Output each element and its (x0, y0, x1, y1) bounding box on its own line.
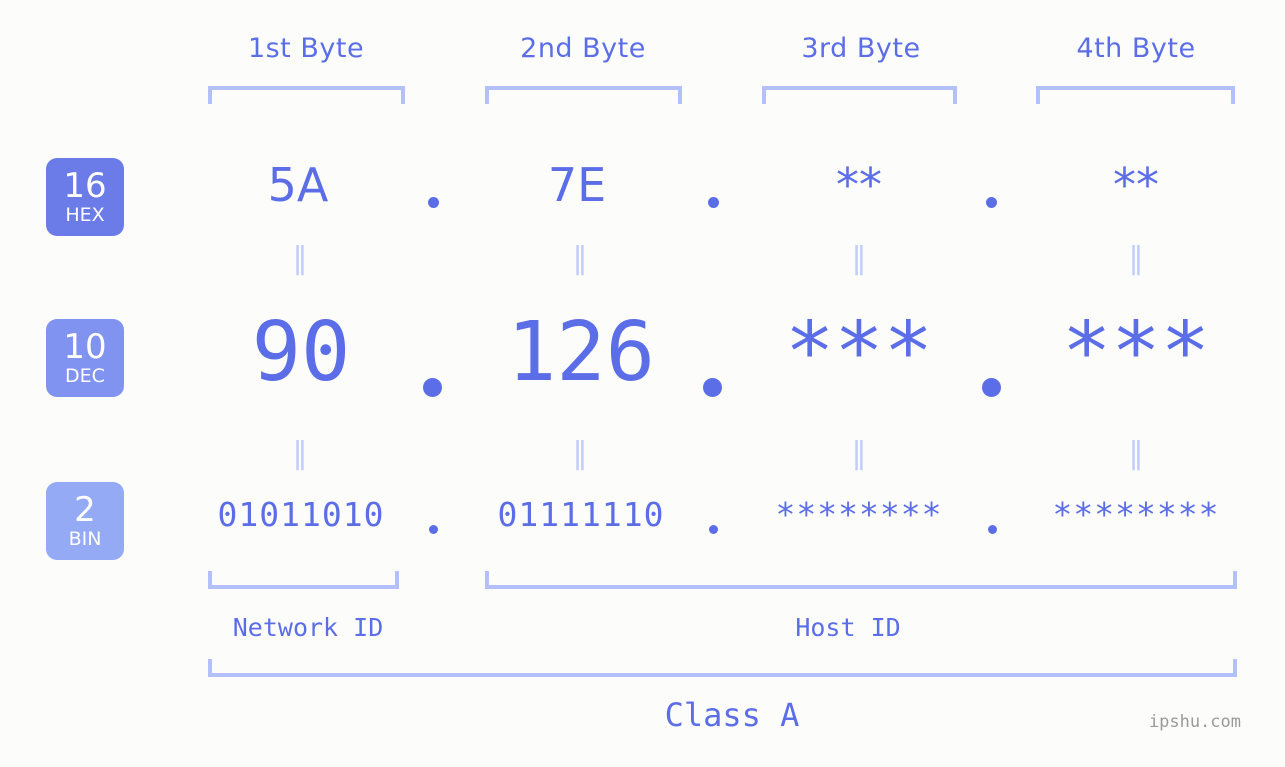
dec-value-byte-2: 126 (506, 305, 656, 400)
bin-dot-separator-2 (709, 525, 718, 534)
ip-breakdown-diagram: 1st Byte 2nd Byte 3rd Byte 4th Byte 16 H… (0, 0, 1285, 767)
watermark: ipshu.com (1148, 712, 1241, 732)
byte-bracket-4 (1036, 86, 1235, 104)
dec-value-byte-1: 90 (251, 305, 351, 400)
host-id-label: Host ID (795, 613, 901, 642)
dec-dot-separator-1 (423, 378, 442, 397)
hex-value-byte-3: ** (836, 158, 882, 212)
bin-value-byte-4: ******** (1052, 495, 1220, 534)
hex-value-byte-1: 5A (267, 158, 329, 212)
hex-value-byte-2: 7E (547, 158, 607, 212)
base-badge-hex-number: 16 (63, 166, 107, 206)
base-badge-bin-number: 2 (74, 490, 96, 530)
bin-dot-separator-1 (429, 525, 438, 534)
bin-value-byte-2: 01111110 (497, 495, 665, 534)
connector-dec-bin-4: ‖ (1128, 436, 1144, 471)
host-id-bracket (485, 571, 1237, 589)
base-badge-bin-label: BIN (68, 528, 102, 550)
base-badge-hex-label: HEX (65, 204, 105, 226)
base-badge-bin: 2 BIN (46, 482, 124, 560)
connector-hex-dec-4: ‖ (1128, 241, 1144, 276)
class-bracket (208, 659, 1237, 677)
base-badge-hex: 16 HEX (46, 158, 124, 236)
hex-dot-separator-3 (986, 197, 997, 208)
base-badge-dec-number: 10 (63, 327, 107, 367)
byte-header-4: 4th Byte (1076, 33, 1196, 64)
hex-dot-separator-1 (428, 197, 439, 208)
byte-bracket-2 (485, 86, 682, 104)
network-id-bracket (208, 571, 399, 589)
dec-dot-separator-2 (703, 378, 722, 397)
byte-bracket-3 (762, 86, 957, 104)
bin-value-byte-3: ******** (775, 495, 943, 534)
connector-dec-bin-3: ‖ (851, 436, 867, 471)
dec-value-byte-4: *** (1061, 305, 1211, 400)
base-badge-dec: 10 DEC (46, 319, 124, 397)
hex-dot-separator-2 (708, 197, 719, 208)
connector-hex-dec-2: ‖ (572, 241, 588, 276)
base-badge-dec-label: DEC (65, 365, 105, 387)
connector-dec-bin-2: ‖ (572, 436, 588, 471)
byte-bracket-1 (208, 86, 405, 104)
bin-value-byte-1: 01011010 (217, 495, 385, 534)
hex-value-byte-4: ** (1113, 158, 1159, 212)
byte-header-1: 1st Byte (247, 33, 365, 64)
connector-hex-dec-1: ‖ (292, 241, 308, 276)
byte-header-3: 3rd Byte (801, 33, 921, 64)
bin-dot-separator-3 (988, 525, 997, 534)
connector-dec-bin-1: ‖ (292, 436, 308, 471)
dec-dot-separator-3 (982, 378, 1001, 397)
network-id-label: Network ID (232, 613, 384, 642)
dec-value-byte-3: *** (784, 305, 934, 400)
connector-hex-dec-3: ‖ (851, 241, 867, 276)
class-label: Class A (664, 696, 800, 734)
byte-header-2: 2nd Byte (520, 33, 646, 64)
